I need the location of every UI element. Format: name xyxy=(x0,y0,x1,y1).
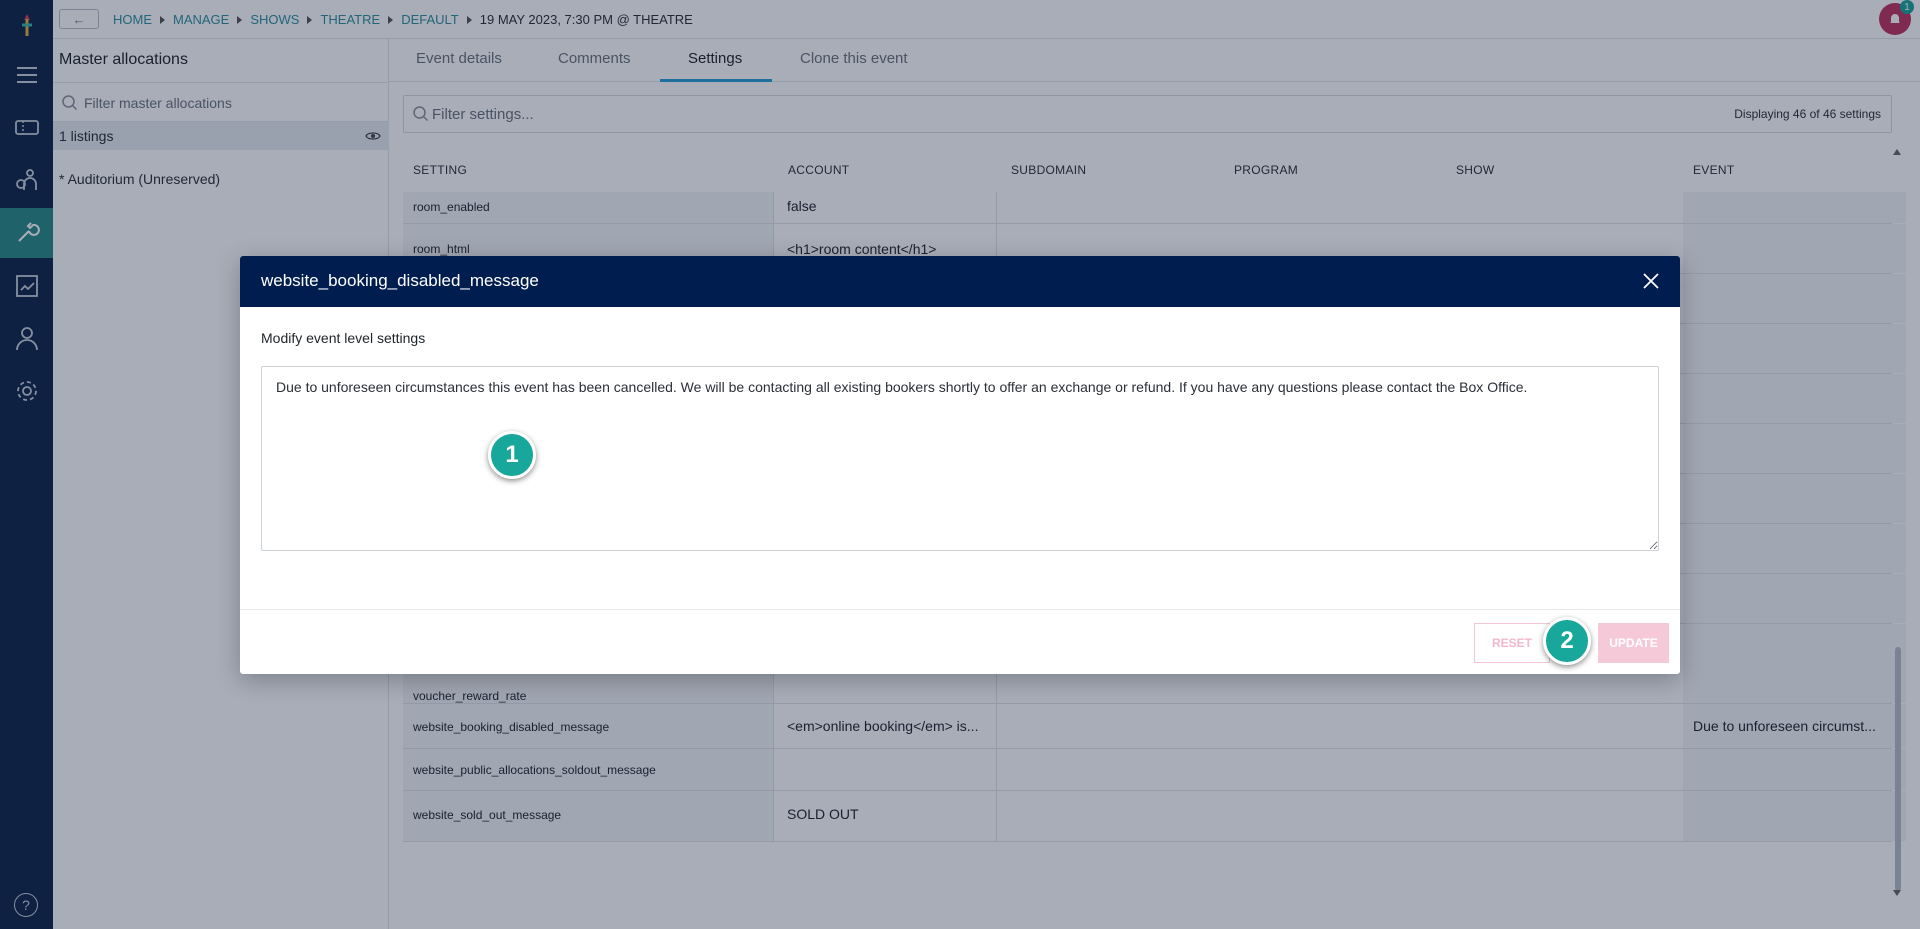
close-icon[interactable] xyxy=(1640,270,1662,292)
setting-value-textarea[interactable]: Due to unforeseen circumstances this eve… xyxy=(261,366,1659,551)
reset-button[interactable]: RESET xyxy=(1474,623,1550,663)
step-marker-1: 1 xyxy=(488,431,536,479)
step-marker-2: 2 xyxy=(1543,617,1591,665)
modal-header: website_booking_disabled_message xyxy=(240,256,1680,307)
modal-footer: RESET UPDATE xyxy=(240,609,1680,674)
update-button[interactable]: UPDATE xyxy=(1598,623,1669,663)
modal-title: website_booking_disabled_message xyxy=(261,271,539,290)
modal-subtitle: Modify event level settings xyxy=(261,330,426,346)
edit-setting-modal: website_booking_disabled_message Modify … xyxy=(240,256,1680,674)
